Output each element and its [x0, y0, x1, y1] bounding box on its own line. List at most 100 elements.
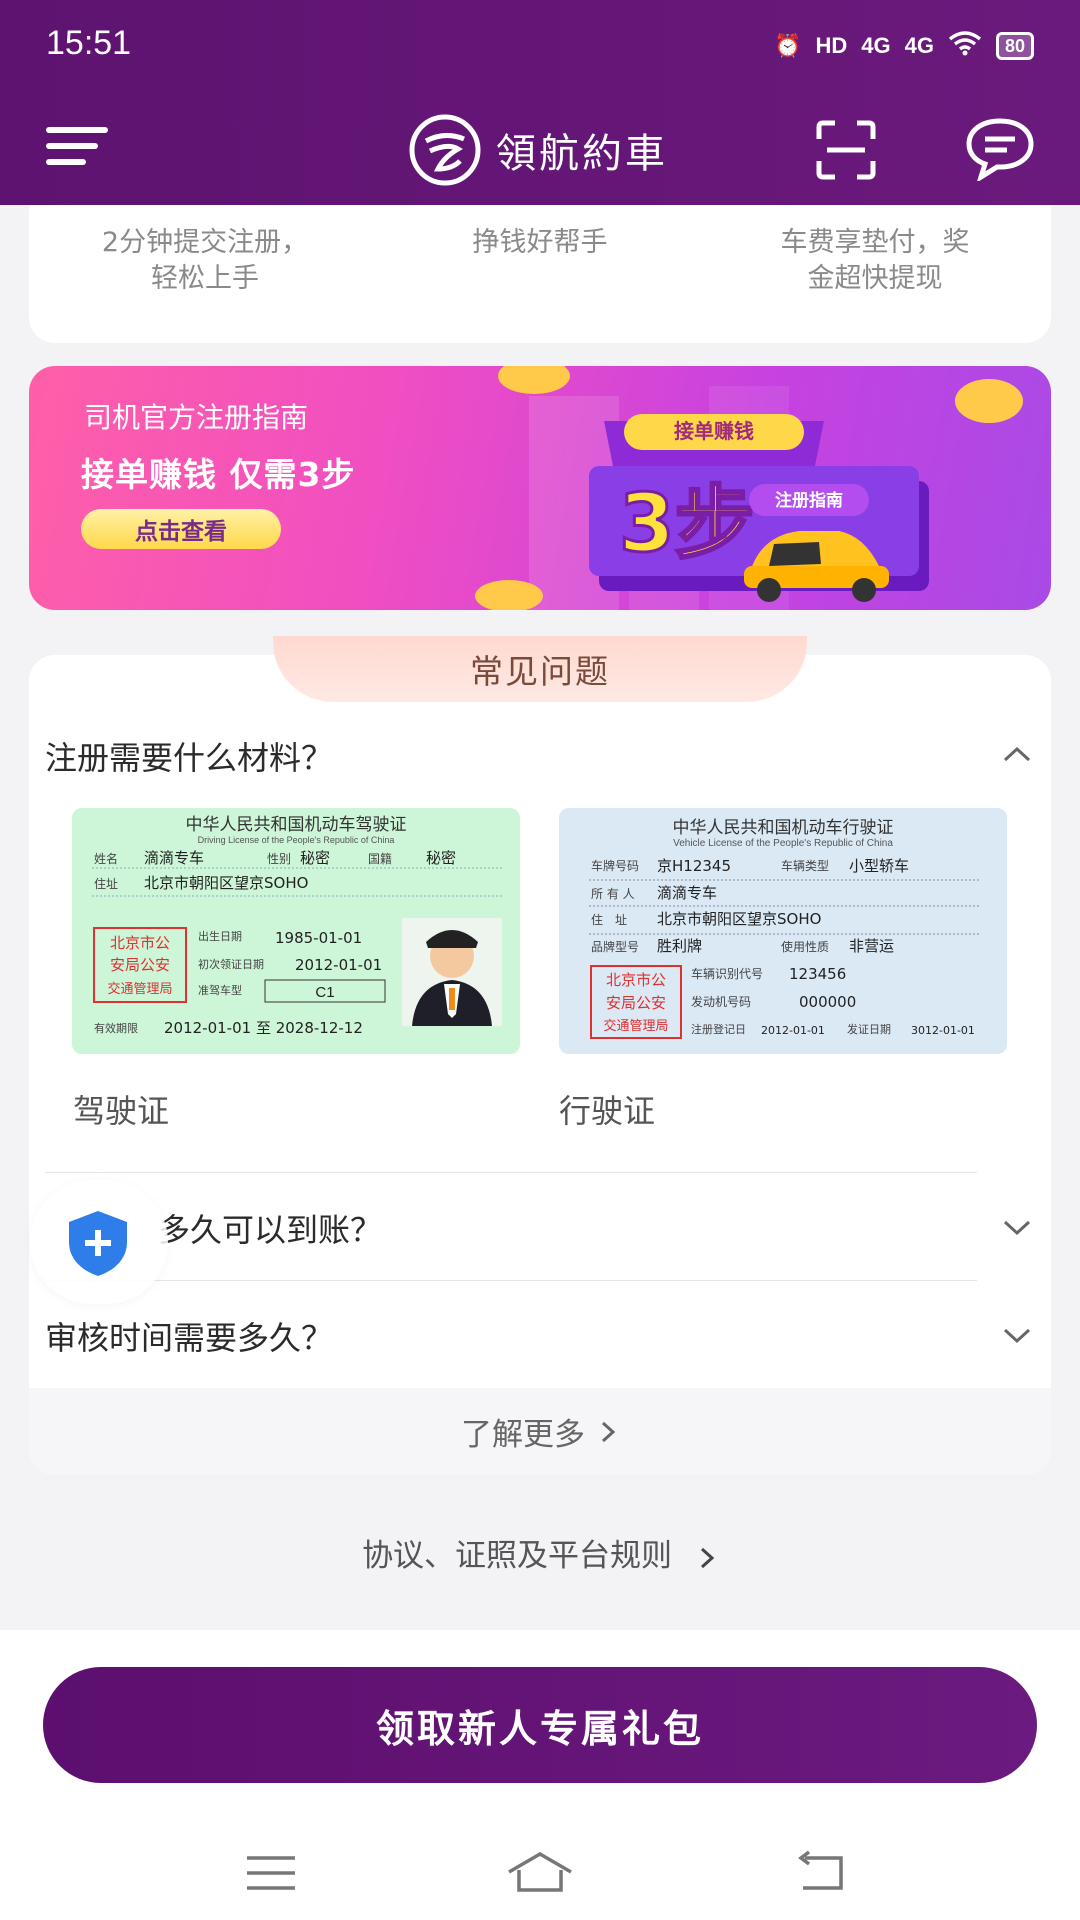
- banner-tag: 注册指南: [775, 490, 843, 511]
- vl-engine-label: 发动机号码: [691, 994, 751, 1009]
- banner-badge: 接单赚钱: [674, 419, 754, 443]
- battery-icon: 80: [995, 32, 1034, 60]
- dl-name-label: 姓名: [94, 851, 118, 866]
- faq-divider: [45, 1280, 977, 1281]
- dl-class: C1: [315, 984, 334, 1001]
- brand-name: 領航約車: [496, 131, 668, 177]
- dl-valid: 2012-01-01 至 2028-12-12: [164, 1019, 363, 1037]
- home-icon[interactable]: [505, 1848, 575, 1898]
- menu-icon[interactable]: [46, 123, 108, 173]
- chat-icon[interactable]: [965, 117, 1035, 181]
- dl-valid-label: 有效期限: [94, 1021, 138, 1035]
- vl-vin-label: 车辆识别代号: [691, 966, 763, 981]
- svg-text:安局公安: 安局公安: [110, 956, 170, 974]
- vl-type: 小型轿车: [849, 857, 909, 875]
- faq-divider: [45, 1172, 977, 1173]
- vl-plate-label: 车牌号码: [591, 858, 639, 873]
- dl-class-label: 准驾车型: [198, 983, 242, 997]
- chevron-down-icon[interactable]: [1002, 1320, 1032, 1350]
- recent-apps-icon[interactable]: [241, 1848, 301, 1898]
- dl-nat: 秘密: [426, 849, 456, 867]
- platform-rules-link[interactable]: 协议、证照及平台规则: [0, 1530, 1080, 1575]
- dl-addr-label: 住址: [94, 877, 118, 891]
- vl-title: 中华人民共和国机动车行驶证: [673, 818, 894, 838]
- vl-model: 胜利牌: [657, 937, 702, 955]
- chevron-up-icon[interactable]: [1002, 740, 1032, 770]
- signal-icon: 4G: [861, 33, 891, 58]
- dl-name: 滴滴专车: [144, 849, 204, 867]
- status-bar: 15:51 ⏰ HD 4G 4G 80: [0, 0, 1080, 95]
- signal-icon: 4G: [904, 33, 934, 58]
- svg-text:交通管理局: 交通管理局: [107, 981, 172, 997]
- faq-question-payout-time[interactable]: 多久可以到账？: [158, 1205, 382, 1251]
- svg-text:安局公安: 安局公安: [606, 994, 666, 1012]
- dl-title-en: Driving License of the People's Republic…: [198, 835, 395, 845]
- vl-issue-label: 发证日期: [847, 1022, 891, 1036]
- feature-payout: 车费享垫付，奖 金超快提现: [780, 227, 970, 294]
- back-icon[interactable]: [793, 1848, 853, 1898]
- vehicle-license-image: 中华人民共和国机动车行驶证 Vehicle License of the Peo…: [559, 808, 1007, 1054]
- svg-text:交通管理局: 交通管理局: [603, 1018, 668, 1034]
- vl-reg-label: 注册登记日: [691, 1022, 746, 1036]
- dl-dob-label: 出生日期: [198, 929, 242, 943]
- brand: 領航約車: [408, 113, 668, 187]
- driving-license-image: 中华人民共和国机动车驾驶证 Driving License of the Peo…: [72, 808, 520, 1054]
- app-header: 領航約車: [0, 95, 1080, 205]
- status-icons: ⏰ HD 4G 4G 80: [774, 30, 1034, 62]
- dl-sex: 秘密: [300, 849, 330, 867]
- hd-icon: HD: [815, 33, 848, 58]
- vl-plate: 京H12345: [657, 857, 731, 875]
- vl-model-label: 品牌型号: [591, 940, 639, 954]
- dl-nat-label: 国籍: [368, 851, 392, 866]
- wifi-icon: [948, 30, 982, 62]
- chevron-right-icon: [700, 1547, 715, 1568]
- vl-use: 非营运: [849, 937, 894, 955]
- banner-illustration: 接单赚钱 3步 注册指南: [475, 366, 1023, 610]
- chevron-down-icon[interactable]: [1002, 1212, 1032, 1242]
- banner-steps: 3步: [619, 477, 755, 570]
- learn-more-label: 了解更多: [461, 1417, 585, 1453]
- vl-title-en: Vehicle License of the People's Republic…: [673, 838, 893, 849]
- dl-dob: 1985-01-01: [275, 929, 362, 947]
- learn-more-link[interactable]: 了解更多: [29, 1388, 1051, 1475]
- banner-view-button[interactable]: 点击查看: [81, 509, 281, 549]
- brand-logo-icon: [409, 114, 481, 186]
- shield-plus-icon: [69, 1211, 127, 1276]
- registration-guide-banner[interactable]: 接单赚钱 3步 注册指南 司机官方注册指南 接单赚钱 仅需3步 点击查看: [29, 366, 1051, 610]
- dl-title: 中华人民共和国机动车驾驶证: [186, 815, 407, 835]
- feature-register: 2分钟提交注册， 轻松上手: [101, 227, 309, 294]
- features-card: 2分钟提交注册， 轻松上手 挣钱好帮手 车费享垫付，奖 金超快提现: [29, 205, 1051, 343]
- vl-reg: 2012-01-01: [761, 1024, 825, 1037]
- banner-subtitle: 司机官方注册指南: [84, 401, 309, 434]
- dl-addr: 北京市朝阳区望京SOHO: [144, 874, 308, 892]
- vl-issue: 3012-01-01: [911, 1024, 975, 1037]
- vehicle-license-caption: 行驶证: [559, 1092, 656, 1130]
- vl-addr-label: 住 址: [591, 913, 627, 927]
- vl-addr: 北京市朝阳区望京SOHO: [657, 910, 821, 928]
- dl-first-label: 初次领证日期: [198, 957, 264, 971]
- vl-type-label: 车辆类型: [781, 858, 829, 873]
- dl-stamp: 北京市公: [110, 934, 170, 952]
- alarm-icon: ⏰: [774, 33, 802, 58]
- scan-icon[interactable]: [815, 119, 877, 181]
- banner-title: 接单赚钱 仅需3步: [81, 455, 356, 494]
- platform-rules-label: 协议、证照及平台规则: [362, 1538, 673, 1574]
- vl-vin: 123456: [789, 965, 846, 983]
- claim-gift-button[interactable]: 领取新人专属礼包: [43, 1667, 1037, 1783]
- chevron-right-icon: [601, 1421, 616, 1442]
- vl-stamp: 北京市公: [606, 971, 666, 989]
- vl-use-label: 使用性质: [781, 939, 829, 954]
- faq-question-materials[interactable]: 注册需要什么材料？: [45, 733, 333, 779]
- driving-license-caption: 驾驶证: [73, 1092, 170, 1130]
- dl-sex-label: 性别: [267, 852, 291, 866]
- vl-owner-label: 所 有 人: [591, 887, 635, 901]
- safety-shield-button[interactable]: [30, 1180, 168, 1304]
- vl-engine: 000000: [799, 993, 856, 1011]
- system-nav-bar: [0, 1830, 1080, 1920]
- faq-tab-title: 常见问题: [273, 636, 807, 702]
- vl-owner: 滴滴专车: [657, 884, 717, 902]
- dl-first: 2012-01-01: [295, 956, 382, 974]
- faq-question-review-time[interactable]: 审核时间需要多久？: [45, 1313, 333, 1359]
- feature-earn: 挣钱好帮手: [472, 227, 608, 258]
- status-time: 15:51: [46, 24, 132, 62]
